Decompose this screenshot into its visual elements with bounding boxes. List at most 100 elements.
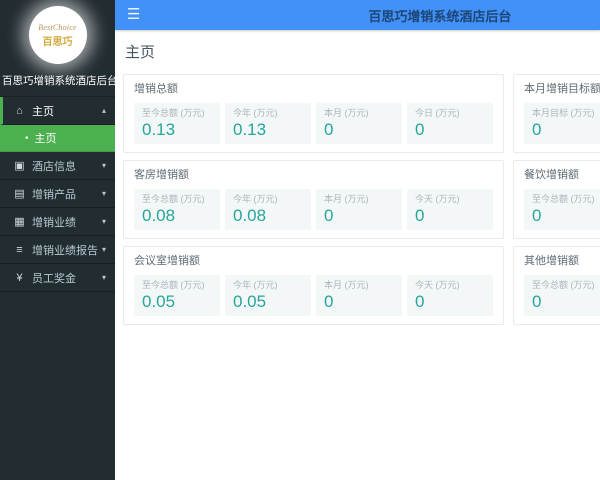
card-title: 其他增销额 [524,255,579,267]
stat-box: 今年 (万元) 0.08 [225,189,311,230]
sidebar-item-label: 增销业绩报告 [32,244,98,257]
stat-box: 今年 (万元) 0.05 [225,275,311,316]
stat-label: 今天 (万元) [415,194,460,204]
page-title: 主页 [125,44,156,61]
stat-box: 至今总额 (万元) 0.08 [134,189,220,230]
card-monthly-target: 本月增销目标额 本月目标 (万元) 0 [513,74,600,153]
stat-value: 0 [324,206,334,225]
logo-english-text: BestChoice [38,22,77,32]
stat-value: 0.05 [233,292,267,311]
stat-row: 至今总额 (万元) 0 [524,275,600,316]
sidebar-subitem-label: 主页 [34,133,57,145]
sidebar-item-home[interactable]: ⌂ 主页 ▴ [0,97,115,125]
app-logo: BestChoice 百思巧 [28,6,87,64]
sidebar: BestChoice 百思巧 百思巧增销系统酒店后台 ⌂ 主页 ▴ • 主页 ▣… [0,0,118,480]
sidebar-item-label: 增销产品 [32,188,76,201]
logo-chinese-text: 百思巧 [42,36,73,48]
brand-area: BestChoice 百思巧 百思巧增销系统酒店后台 [0,0,118,96]
app-title: 百思巧增销系统酒店后台 [368,8,512,24]
stat-box: 今年 (万元) 0.13 [225,103,311,144]
stat-value: 0.13 [233,120,267,139]
stat-value: 0 [532,120,542,139]
card-total-upsell: 增销总额 至今总额 (万元) 0.13 今年 (万元) 0.13 本月 (万元)… [123,74,504,153]
sidebar-item-label: 增销业绩 [32,216,76,229]
sidebar-item-upsell-performance-report[interactable]: ≡ 增销业绩报告 ▾ [0,236,115,264]
stat-value: 0.13 [142,120,176,139]
main-area: ☰ 百思巧增销系统酒店后台 主页 增销总额 至今总额 (万元) 0.13 今年 … [115,0,600,480]
card-title: 增销总额 [134,83,178,95]
stat-label: 至今总额 (万元) [142,108,205,118]
sidebar-subitem-home[interactable]: • 主页 [0,125,115,152]
stat-box: 本月 (万元) 0 [316,275,402,316]
performance-icon: ▦ [14,216,25,228]
hotel-info-icon: ▣ [14,160,25,172]
card-row: 增销总额 至今总额 (万元) 0.13 今年 (万元) 0.13 本月 (万元)… [123,74,600,153]
stat-label: 今年 (万元) [233,108,278,118]
stat-value: 0.05 [142,292,176,311]
stat-label: 今年 (万元) [233,194,278,204]
card-title: 会议室增销额 [134,255,200,267]
top-navbar: ☰ 百思巧增销系统酒店后台 [115,0,600,30]
card-title: 客房增销额 [134,169,189,181]
stat-label: 至今总额 (万元) [142,280,205,290]
stat-label: 本月 (万元) [324,108,369,118]
stat-box: 今天 (万元) 0 [407,189,493,230]
stat-label: 至今总额 (万元) [532,194,595,204]
stat-box: 至今总额 (万元) 0 [524,189,600,230]
stat-value: 0 [324,292,334,311]
stat-label: 本月目标 (万元) [532,108,595,118]
chevron-down-icon: ▾ [101,189,106,198]
bullet-icon: • [25,132,29,144]
stat-box: 至今总额 (万元) 0.13 [134,103,220,144]
stat-label: 至今总额 (万元) [142,194,205,204]
hamburger-menu-icon[interactable]: ☰ [115,0,152,30]
card-dining-upsell: 餐饮增销额 至今总额 (万元) 0 [513,160,600,239]
stat-label: 今年 (万元) [233,280,278,290]
chevron-down-icon: ▾ [101,245,106,254]
stat-value: 0 [415,206,425,225]
stat-label: 今天 (万元) [415,280,460,290]
stat-box: 至今总额 (万元) 0.05 [134,275,220,316]
stat-row: 至今总额 (万元) 0.13 今年 (万元) 0.13 本月 (万元) 0 今日… [134,103,493,144]
stat-label: 至今总额 (万元) [532,280,595,290]
stat-label: 本月 (万元) [324,280,369,290]
card-title: 餐饮增销额 [524,169,579,181]
card-room-upsell: 客房增销额 至今总额 (万元) 0.08 今年 (万元) 0.08 本月 (万元… [123,160,504,239]
stat-value: 0.08 [142,206,176,225]
chevron-down-icon: ▾ [101,161,106,170]
home-icon: ⌂ [16,104,23,117]
stat-box: 本月 (万元) 0 [316,189,402,230]
chevron-down-icon: ▾ [101,273,106,282]
card-row: 客房增销额 至今总额 (万元) 0.08 今年 (万元) 0.08 本月 (万元… [123,160,600,239]
stat-box: 今天 (万元) 0 [407,275,493,316]
card-other-upsell: 其他增销额 至今总额 (万元) 0 [513,246,600,325]
chevron-up-icon: ▴ [101,106,106,115]
sidebar-item-employee-bonus[interactable]: ¥ 员工奖金 ▾ [0,264,115,292]
stat-label: 本月 (万元) [324,194,369,204]
sidebar-item-label: 主页 [32,105,54,118]
stat-value: 0 [415,120,425,139]
sidebar-item-upsell-performance[interactable]: ▦ 增销业绩 ▾ [0,208,115,236]
stat-label: 今日 (万元) [415,108,460,118]
stat-value: 0 [324,120,334,139]
card-title: 本月增销目标额 [524,83,600,95]
stat-box: 至今总额 (万元) 0 [524,275,600,316]
sidebar-item-label: 员工奖金 [32,272,76,285]
sidebar-item-hotel-info[interactable]: ▣ 酒店信息 ▾ [0,152,115,180]
stat-box: 本月 (万元) 0 [316,103,402,144]
card-meeting-room-upsell: 会议室增销额 至今总额 (万元) 0.05 今年 (万元) 0.05 本月 (万… [123,246,504,325]
sidebar-item-label: 酒店信息 [32,160,76,173]
stat-value: 0 [415,292,425,311]
stat-value: 0.08 [233,206,267,225]
content-area: 主页 增销总额 至今总额 (万元) 0.13 今年 (万元) 0.13 本月 (… [115,30,600,480]
stat-row: 至今总额 (万元) 0.05 今年 (万元) 0.05 本月 (万元) 0 今天… [134,275,493,316]
sidebar-item-upsell-products[interactable]: ▤ 增销产品 ▾ [0,180,115,208]
stat-row: 本月目标 (万元) 0 [524,103,600,144]
stat-box: 今日 (万元) 0 [407,103,493,144]
stat-value: 0 [532,292,542,311]
bonus-icon: ¥ [16,271,23,284]
products-icon: ▤ [14,188,25,200]
stat-row: 至今总额 (万元) 0.08 今年 (万元) 0.08 本月 (万元) 0 今天… [134,189,493,230]
report-icon: ≡ [16,243,23,256]
chevron-down-icon: ▾ [101,217,106,226]
